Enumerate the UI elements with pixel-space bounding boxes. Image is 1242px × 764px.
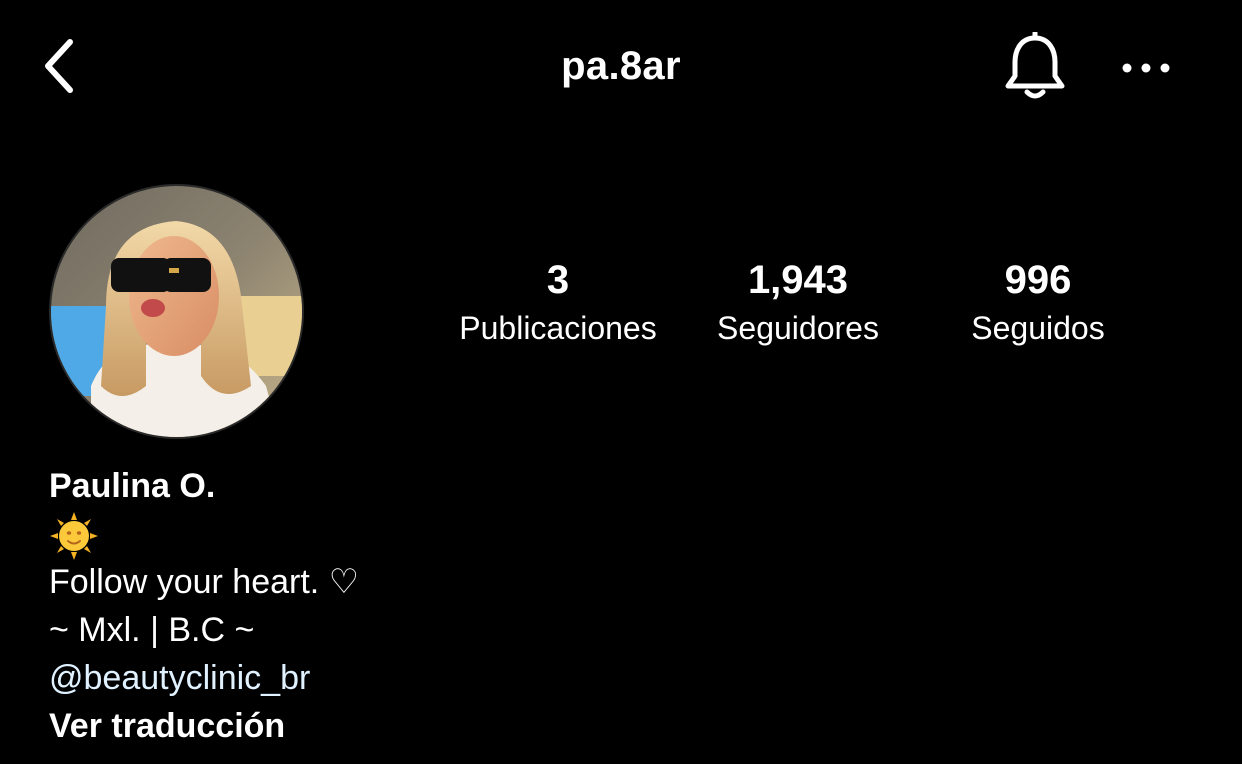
bio-emoji [49, 510, 749, 560]
following-label: Seguidos [971, 310, 1105, 346]
followers-count-stat[interactable]: 1,943 Seguidores [688, 256, 908, 352]
more-horizontal-icon [1122, 63, 1170, 73]
posts-count: 3 [546, 258, 570, 302]
bio-line-1: Follow your heart. ♡ [49, 563, 360, 601]
profile-display-name: Paulina O. [49, 467, 216, 505]
sun-face-emoji-icon [50, 512, 98, 560]
followers-label: Seguidores [717, 310, 879, 346]
profile-bio: Paulina O. Follow your heart. ♡ ~ Mxl. |… [49, 462, 749, 750]
following-count: 996 [1004, 258, 1072, 302]
following-count-stat[interactable]: 996 Seguidos [938, 256, 1138, 352]
profile-avatar[interactable] [49, 184, 304, 439]
bell-icon [1005, 32, 1065, 99]
posts-label: Publicaciones [459, 310, 657, 346]
bio-line-2: ~ Mxl. | B.C ~ [49, 611, 255, 649]
profile-header: pa.8ar [0, 0, 1242, 136]
notifications-button[interactable] [998, 28, 1072, 106]
more-options-button[interactable] [1112, 46, 1180, 90]
bio-mention-link[interactable]: @beautyclinic_br [49, 654, 749, 702]
posts-count-stat[interactable]: 3 Publicaciones [438, 256, 678, 352]
translate-bio-button[interactable]: Ver traducción [49, 702, 749, 750]
followers-count: 1,943 [747, 258, 849, 302]
